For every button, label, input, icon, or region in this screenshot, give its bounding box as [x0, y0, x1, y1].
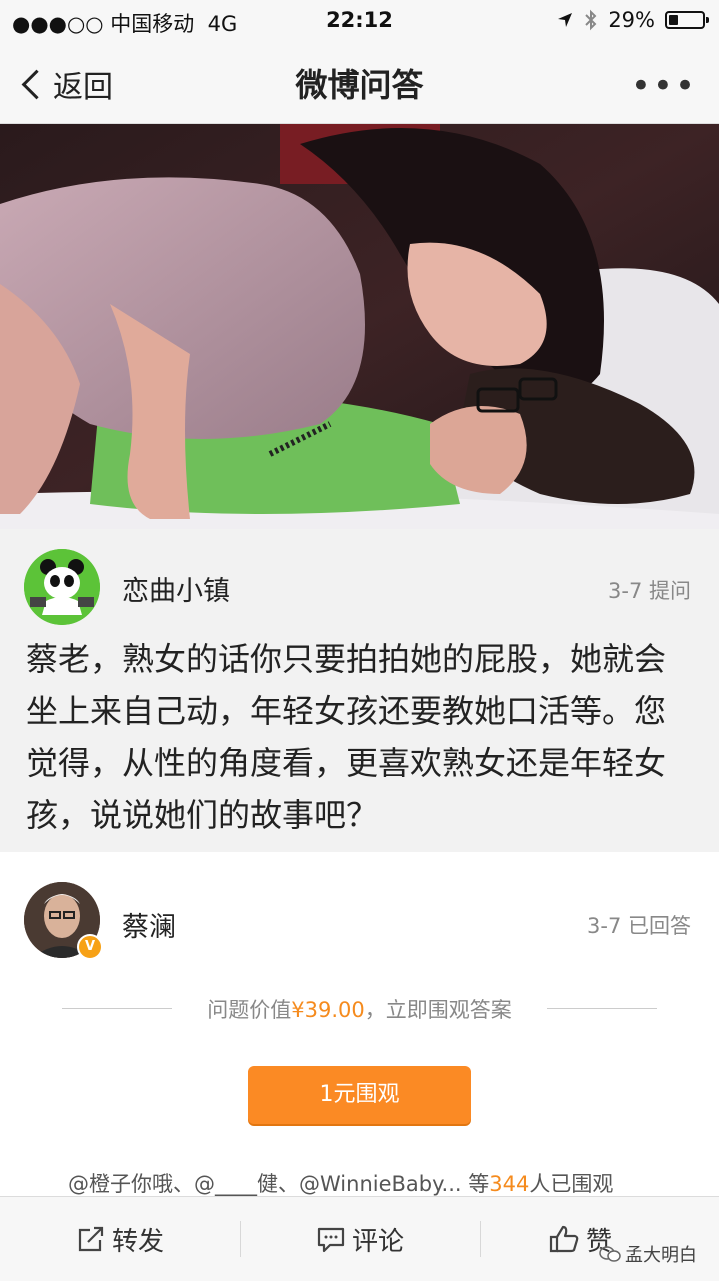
- asker-name[interactable]: 恋曲小镇: [122, 569, 230, 608]
- question-card: 恋曲小镇 3-7 提问 蔡老，熟女的话你只要拍拍她的屁股，她就会坐上来自己动，年…: [0, 529, 719, 851]
- like-button[interactable]: 赞: [480, 1197, 680, 1281]
- more-button[interactable]: •••: [631, 66, 697, 106]
- comment-label: 评论: [351, 1226, 404, 1257]
- value-suffix: ，立即围观答案: [364, 998, 512, 1022]
- thumbs-up-icon: [549, 1225, 579, 1253]
- question-price: ¥39.00: [291, 998, 365, 1022]
- watchers-suffix: 人已围观: [529, 1172, 614, 1196]
- battery-percent: 29%: [608, 8, 655, 32]
- panda-icon: [24, 549, 100, 625]
- location-icon: [558, 13, 573, 27]
- wechat-icon: [599, 1246, 621, 1262]
- bluetooth-icon: [585, 9, 597, 31]
- answerer-name[interactable]: 蔡澜: [122, 905, 176, 944]
- battery-icon: [665, 11, 709, 29]
- battery-level: [669, 15, 678, 25]
- photo-image: [0, 124, 719, 529]
- question-timestamp: 3-7 提问: [608, 579, 691, 603]
- verified-badge-icon: V: [77, 934, 103, 960]
- bottom-toolbar: 转发 评论 赞 孟大明白: [0, 1196, 719, 1281]
- status-bar: ●●●○○ 中国移动 4G 22:12 29%: [0, 0, 719, 40]
- watchers-names: @橙子你哦、@____健、@WinnieBaby... 等: [68, 1172, 490, 1196]
- question-value-row: 问题价值¥39.00，立即围观答案: [0, 994, 719, 1024]
- comment-button[interactable]: 评论: [240, 1197, 480, 1281]
- asker-avatar[interactable]: [24, 549, 100, 625]
- repost-label: 转发: [111, 1226, 164, 1257]
- repost-icon: [78, 1226, 104, 1252]
- value-prefix: 问题价值: [207, 998, 292, 1022]
- question-text: 蔡老，熟女的话你只要拍拍她的屁股，她就会坐上来自己动，年轻女孩还要教她口活等。您…: [26, 640, 667, 834]
- answer-timestamp: 3-7 已回答: [587, 914, 691, 938]
- answer-card: V 蔡澜 3-7 已回答 问题价值¥39.00，立即围观答案 1元围观 @橙子你…: [0, 852, 719, 1196]
- comment-icon: [317, 1227, 345, 1253]
- page-title: 微博问答: [295, 66, 424, 104]
- watchers-line[interactable]: @橙子你哦、@____健、@WinnieBaby... 等344人已围观: [68, 1168, 613, 1198]
- repost-button[interactable]: 转发: [0, 1197, 240, 1281]
- watchers-count: 344: [489, 1172, 530, 1196]
- watermark: 孟大明白: [599, 1241, 697, 1267]
- nav-bar: 返回 微博问答 •••: [0, 40, 719, 124]
- question-photo[interactable]: [0, 124, 719, 529]
- watermark-text: 孟大明白: [625, 1245, 697, 1266]
- pay-to-watch-button[interactable]: 1元围观: [248, 1066, 471, 1124]
